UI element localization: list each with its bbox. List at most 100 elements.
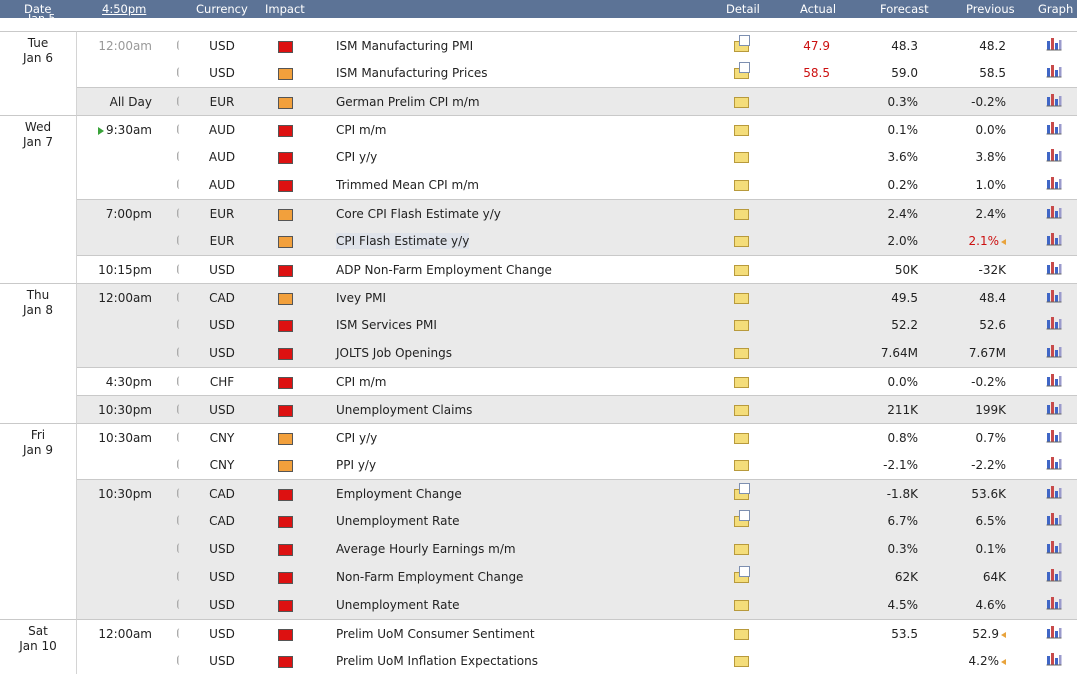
- detail-folder-icon[interactable]: [734, 368, 750, 396]
- event-name[interactable]: Average Hourly Earnings m/m: [336, 535, 696, 563]
- sound-alert-icon[interactable]: ⦗: [172, 227, 184, 255]
- detail-folder-icon[interactable]: [734, 88, 750, 116]
- sound-alert-icon[interactable]: ⦗: [172, 143, 184, 171]
- detail-folder-icon[interactable]: [734, 200, 750, 228]
- detail-folder-icon[interactable]: [734, 647, 750, 674]
- sound-alert-icon[interactable]: ⦗: [172, 171, 184, 199]
- table-row[interactable]: 7:00pm ⦗ EUR Core CPI Flash Estimate y/y 2.4…: [0, 199, 1077, 228]
- graph-icon[interactable]: [1046, 227, 1064, 255]
- table-row[interactable]: ⦗ USD ISM Manufacturing Prices 58.5 59.0 58.5: [0, 59, 1077, 87]
- sound-alert-icon[interactable]: ⦗: [172, 507, 184, 535]
- table-row[interactable]: 10:30am ⦗ CNY CPI y/y 0.8% 0.7%: [0, 423, 1077, 452]
- table-row[interactable]: 10:30pm ⦗ USD Unemployment Claims 211K 199K: [0, 395, 1077, 424]
- event-name[interactable]: Ivey PMI: [336, 284, 696, 312]
- detail-document-icon[interactable]: [734, 507, 750, 535]
- detail-folder-icon[interactable]: [734, 116, 750, 144]
- table-row[interactable]: ⦗ CAD Unemployment Rate 6.7% 6.5%: [0, 507, 1077, 535]
- table-row[interactable]: ⦗ USD Unemployment Rate 4.5% 4.6%: [0, 591, 1077, 619]
- sound-alert-icon[interactable]: ⦗: [172, 256, 184, 284]
- table-row[interactable]: ⦗ USD Non-Farm Employment Change 62K 64K: [0, 563, 1077, 591]
- graph-icon[interactable]: [1046, 535, 1064, 563]
- detail-document-icon[interactable]: [734, 563, 750, 591]
- table-row[interactable]: ⦗ USD JOLTS Job Openings 7.64M 7.67M: [0, 339, 1077, 367]
- detail-folder-icon[interactable]: [734, 256, 750, 284]
- graph-icon[interactable]: [1046, 396, 1064, 424]
- event-name[interactable]: CPI y/y: [336, 424, 696, 452]
- sound-alert-icon[interactable]: ⦗: [172, 396, 184, 424]
- event-name[interactable]: German Prelim CPI m/m: [336, 88, 696, 116]
- event-name[interactable]: Unemployment Rate: [336, 591, 696, 619]
- graph-icon[interactable]: [1046, 256, 1064, 284]
- sound-alert-icon[interactable]: ⦗: [172, 284, 184, 312]
- graph-icon[interactable]: [1046, 88, 1064, 116]
- sound-alert-icon[interactable]: ⦗: [172, 59, 184, 87]
- detail-folder-icon[interactable]: [734, 339, 750, 367]
- table-row[interactable]: ⦗ EUR CPI Flash Estimate y/y 2.0% 2.1%: [0, 227, 1077, 255]
- table-row[interactable]: ⦗ USD Prelim UoM Inflation Expectations 4.2…: [0, 647, 1077, 674]
- table-row[interactable]: 9:30am ⦗ AUD CPI m/m 0.1% 0.0%: [0, 115, 1077, 144]
- sound-alert-icon[interactable]: ⦗: [172, 535, 184, 563]
- table-row[interactable]: 12:00am ⦗ USD Prelim UoM Consumer Sentiment…: [0, 619, 1077, 648]
- graph-icon[interactable]: [1046, 32, 1064, 60]
- event-name[interactable]: ISM Manufacturing PMI: [336, 32, 696, 60]
- graph-icon[interactable]: [1046, 311, 1064, 339]
- event-name[interactable]: ADP Non-Farm Employment Change: [336, 256, 696, 284]
- sound-alert-icon[interactable]: ⦗: [172, 32, 184, 60]
- graph-icon[interactable]: [1046, 368, 1064, 396]
- table-row[interactable]: ⦗ AUD Trimmed Mean CPI m/m 0.2% 1.0%: [0, 171, 1077, 199]
- graph-icon[interactable]: [1046, 116, 1064, 144]
- detail-folder-icon[interactable]: [734, 591, 750, 619]
- detail-document-icon[interactable]: [734, 480, 750, 508]
- table-row[interactable]: ⦗ AUD CPI y/y 3.6% 3.8%: [0, 143, 1077, 171]
- detail-folder-icon[interactable]: [734, 171, 750, 199]
- table-row[interactable]: ⦗ CNY PPI y/y -2.1% -2.2%: [0, 451, 1077, 479]
- event-name[interactable]: JOLTS Job Openings: [336, 339, 696, 367]
- detail-folder-icon[interactable]: [734, 284, 750, 312]
- sound-alert-icon[interactable]: ⦗: [172, 311, 184, 339]
- graph-icon[interactable]: [1046, 59, 1064, 87]
- event-name[interactable]: CPI m/m: [336, 116, 696, 144]
- graph-icon[interactable]: [1046, 647, 1064, 674]
- event-name[interactable]: ISM Manufacturing Prices: [336, 59, 696, 87]
- sound-alert-icon[interactable]: ⦗: [172, 620, 184, 648]
- sound-alert-icon[interactable]: ⦗: [172, 451, 184, 479]
- table-row[interactable]: 12:00am ⦗ CAD Ivey PMI 49.5 48.4: [0, 283, 1077, 312]
- sound-alert-icon[interactable]: ⦗: [172, 591, 184, 619]
- table-row[interactable]: 10:15pm ⦗ USD ADP Non-Farm Employment Chang…: [0, 255, 1077, 284]
- event-name[interactable]: ISM Services PMI: [336, 311, 696, 339]
- event-name[interactable]: Core CPI Flash Estimate y/y: [336, 200, 696, 228]
- graph-icon[interactable]: [1046, 284, 1064, 312]
- detail-document-icon[interactable]: [734, 32, 750, 60]
- graph-icon[interactable]: [1046, 563, 1064, 591]
- graph-icon[interactable]: [1046, 507, 1064, 535]
- table-row[interactable]: ⦗ USD Average Hourly Earnings m/m 0.3% 0.1%: [0, 535, 1077, 563]
- event-name[interactable]: Unemployment Claims: [336, 396, 696, 424]
- graph-icon[interactable]: [1046, 339, 1064, 367]
- detail-folder-icon[interactable]: [734, 143, 750, 171]
- sound-alert-icon[interactable]: ⦗: [172, 424, 184, 452]
- event-name[interactable]: Employment Change: [336, 480, 696, 508]
- event-name[interactable]: Prelim UoM Inflation Expectations: [336, 647, 696, 674]
- event-name[interactable]: Trimmed Mean CPI m/m: [336, 171, 696, 199]
- graph-icon[interactable]: [1046, 620, 1064, 648]
- current-time-link[interactable]: 4:50pm: [102, 2, 146, 16]
- detail-folder-icon[interactable]: [734, 451, 750, 479]
- table-row[interactable]: All Day ⦗ EUR German Prelim CPI m/m 0.3% -0.2…: [0, 87, 1077, 116]
- sound-alert-icon[interactable]: ⦗: [172, 647, 184, 674]
- event-name[interactable]: CPI Flash Estimate y/y: [336, 227, 696, 255]
- graph-icon[interactable]: [1046, 591, 1064, 619]
- sound-alert-icon[interactable]: ⦗: [172, 368, 184, 396]
- table-row[interactable]: ⦗ USD ISM Services PMI 52.2 52.6: [0, 311, 1077, 339]
- event-name[interactable]: Prelim UoM Consumer Sentiment: [336, 620, 696, 648]
- detail-folder-icon[interactable]: [734, 535, 750, 563]
- event-name[interactable]: Unemployment Rate: [336, 507, 696, 535]
- event-name[interactable]: CPI y/y: [336, 143, 696, 171]
- graph-icon[interactable]: [1046, 451, 1064, 479]
- graph-icon[interactable]: [1046, 480, 1064, 508]
- detail-folder-icon[interactable]: [734, 396, 750, 424]
- event-name[interactable]: CPI m/m: [336, 368, 696, 396]
- event-name[interactable]: Non-Farm Employment Change: [336, 563, 696, 591]
- table-row[interactable]: 4:30pm ⦗ CHF CPI m/m 0.0% -0.2%: [0, 367, 1077, 396]
- detail-folder-icon[interactable]: [734, 227, 750, 255]
- detail-document-icon[interactable]: [734, 59, 750, 87]
